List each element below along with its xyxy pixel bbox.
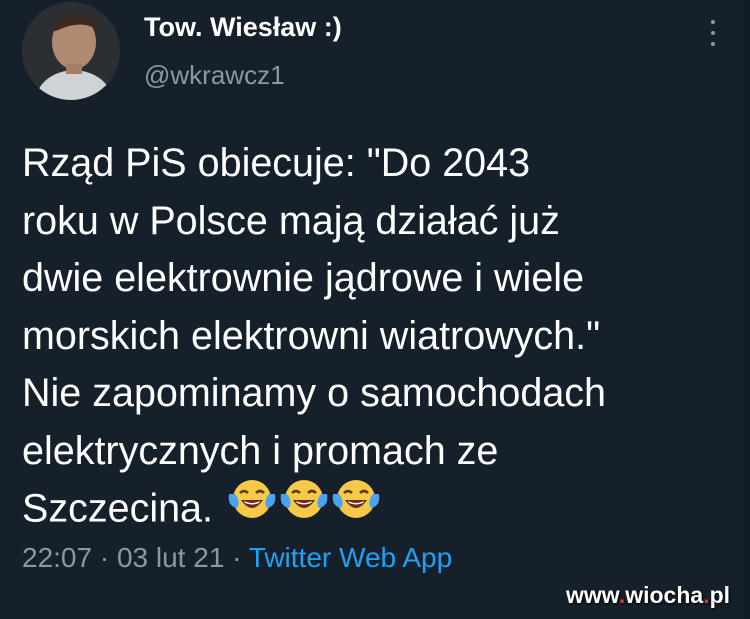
watermark-tld: pl bbox=[709, 582, 731, 608]
tweet-source-link[interactable]: Twitter Web App bbox=[249, 542, 452, 573]
tweet-time[interactable]: 22:07 bbox=[22, 542, 92, 573]
tweet-line: Szczecina. bbox=[22, 486, 214, 531]
meta-separator: · bbox=[99, 542, 110, 573]
tweet-text: Rząd PiS obiecuje: "Do 2043 roku w Polsc… bbox=[22, 135, 732, 543]
avatar[interactable] bbox=[22, 2, 120, 100]
tweet-line: morskich elektrowni wiatrowych." bbox=[22, 313, 601, 358]
emoji-group bbox=[227, 476, 383, 539]
display-name[interactable]: Tow. Wiesław :) bbox=[144, 12, 342, 43]
watermark-prefix: www bbox=[566, 582, 619, 608]
face-with-tears-of-joy-icon bbox=[280, 480, 328, 518]
face-with-tears-of-joy-icon bbox=[332, 480, 380, 518]
user-handle[interactable]: @wkrawcz1 bbox=[144, 60, 285, 91]
tweet-last-line: Szczecina. bbox=[22, 480, 732, 543]
more-vertical-icon[interactable] bbox=[702, 20, 724, 46]
tweet-line: dwie elektrownie jądrowe i wiele bbox=[22, 256, 585, 300]
watermark: www.wiocha.pl bbox=[566, 582, 730, 609]
face-with-tears-of-joy-icon bbox=[228, 480, 276, 518]
watermark-name: wiocha bbox=[625, 582, 704, 608]
scroll-edge bbox=[744, 0, 750, 619]
avatar-photo bbox=[22, 2, 120, 100]
meta-separator: · bbox=[232, 542, 242, 573]
tweet-date[interactable]: 03 lut 21 bbox=[117, 542, 224, 573]
tweet-line: Rząd PiS obiecuje: "Do 2043 bbox=[22, 141, 531, 185]
tweet-line: elektrycznych i promach ze bbox=[22, 428, 499, 473]
tweet-meta: 22:07 · 03 lut 21 · Twitter Web App bbox=[22, 542, 452, 574]
tweet-line: roku w Polsce mają działać już bbox=[22, 198, 560, 243]
tweet-line: Nie zapominamy o samochodach bbox=[22, 371, 607, 415]
